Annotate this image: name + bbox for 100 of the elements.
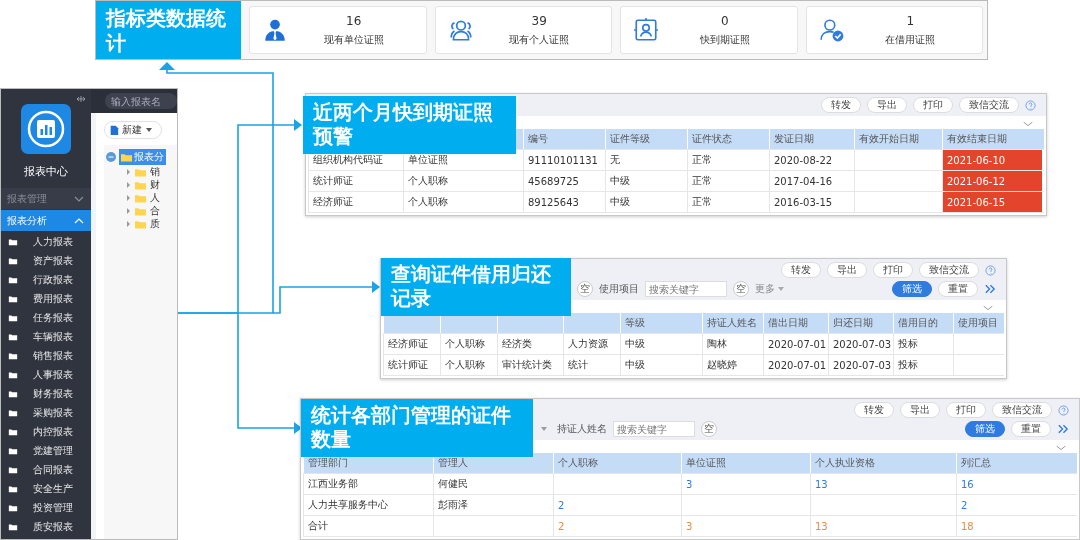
toolbar-button[interactable]: 打印 [946,402,986,418]
tree-item[interactable]: 合 [106,205,177,217]
menu-item[interactable]: 党建管理 [1,441,91,460]
menu-item[interactable]: 行政报表 [1,270,91,289]
table-cell: 13 [810,516,956,536]
toolbar-button[interactable]: 转发 [821,97,861,113]
logo-icon [21,104,71,154]
caption-banner: 统计各部门管理的证件数量 [301,399,533,457]
menu-item[interactable]: 安全生产 [1,479,91,498]
table-cell: 2016-03-15 [769,192,854,212]
filter-button[interactable]: 重置 [938,281,978,297]
table-cell: 投标 [893,355,953,375]
section-header[interactable]: 报表分析 [1,210,91,231]
stat-label: 现有个人证照 [509,32,570,47]
table-cell: 3 [681,474,810,494]
table-cell: 2021-06-15 [942,192,1042,212]
menu-item[interactable]: 车辆报表 [1,327,91,346]
table-cell: 个人职称 [403,171,523,191]
filter-button[interactable]: 筛选 [892,281,932,297]
menu-item[interactable]: 投资管理 [1,498,91,517]
table-cell: 2 [553,495,681,515]
double-chevron-icon [1057,422,1069,436]
table-cell: 2 [553,516,681,536]
column-header: 有效开始日期 [854,129,942,149]
table-cell: 18 [956,516,1074,536]
clear-button[interactable]: 空 [701,421,717,437]
table-cell: 经济师证 [383,334,440,354]
toolbar-button[interactable]: 打印 [873,262,913,278]
folder-icon [121,152,132,162]
column-header: 单位证照 [681,453,810,473]
table-cell: 统计 [563,355,620,375]
menu-item[interactable]: 采购报表 [1,403,91,422]
id-card-icon [633,17,659,43]
section-header[interactable]: 报表管理 [1,188,91,209]
table-cell: 投标 [893,334,953,354]
table-cell: 3 [681,516,810,536]
column-header: 个人职称 [553,453,681,473]
tree-item[interactable]: 销 [106,166,177,178]
table-cell: 个人职称 [440,355,497,375]
toolbar-button[interactable]: 导出 [827,262,867,278]
tree-item[interactable]: 质 [106,218,177,230]
menu-item[interactable]: 合同报表 [1,460,91,479]
menu-item[interactable]: 财务报表 [1,384,91,403]
table-cell: 统计师证 [383,355,440,375]
stats-title: 指标类数据统计 [96,1,241,59]
toolbar-button[interactable]: 致信交流 [919,262,979,278]
clear-button[interactable]: 空 [733,281,749,297]
column-header: 借用目的 [893,313,953,333]
table-cell: 经济类 [497,334,563,354]
menu-item[interactable]: 质安报表 [1,517,91,536]
stat-label: 快到期证照 [699,32,750,47]
new-button[interactable]: 新建 [104,121,162,139]
double-chevron-icon [984,282,996,296]
column-header: 借出日期 [763,313,828,333]
table-cell: 中级 [620,355,702,375]
table-cell: 个人职称 [440,334,497,354]
toolbar-button[interactable]: 致信交流 [959,97,1019,113]
stat-value: 16 [346,13,362,28]
caret-icon [540,425,548,433]
search-field[interactable]: 输入报表名 [105,93,177,109]
tree-item[interactable]: 人 [106,192,177,204]
tree-item[interactable]: 财 [106,179,177,191]
menu-item[interactable]: 内控报表 [1,422,91,441]
menu-item[interactable]: 销售报表 [1,346,91,365]
toolbar-button[interactable]: 导出 [900,402,940,418]
menu-item[interactable]: 费用报表 [1,289,91,308]
stat-label: 在借用证照 [885,32,936,47]
menu-item[interactable]: 任务报表 [1,308,91,327]
filter-button[interactable]: 筛选 [965,421,1005,437]
folder-icon [135,219,146,229]
table-cell: 2020-07-01 [763,355,828,375]
table-cell: 彭雨泽 [433,495,553,515]
search-field[interactable]: 搜索关键字 [645,281,727,297]
toolbar-button[interactable]: 致信交流 [992,402,1052,418]
stat-value: 39 [531,13,547,28]
table-cell: 45689725 [523,171,605,191]
column-header: 持证人姓名 [702,313,763,333]
table-cell: 2020-07-03 [828,334,893,354]
app-title: 报表中心 [23,164,69,179]
help-icon [1058,404,1069,416]
toolbar-button[interactable]: 导出 [867,97,907,113]
column-header: 证件状态 [687,129,769,149]
toolbar-button[interactable]: 打印 [913,97,953,113]
filter-button[interactable]: 重置 [1011,421,1051,437]
toolbar-button[interactable]: 转发 [781,262,821,278]
search-field[interactable]: 搜索关键字 [613,421,695,437]
menu-item[interactable]: 人力报表 [1,232,91,251]
clear-button[interactable]: 空 [577,281,593,297]
folder-icon [135,167,146,177]
menu-item[interactable]: 人事报表 [1,365,91,384]
table-cell: 2020-08-22 [769,150,854,170]
table-cell: 中级 [605,192,687,212]
table-cell: 89125643 [523,192,605,212]
stat-value: 1 [906,13,915,28]
stat-value: 0 [720,13,729,28]
menu-item[interactable]: 资产报表 [1,251,91,270]
toolbar-button[interactable]: 转发 [854,402,894,418]
table-cell: 2021-06-12 [942,171,1042,191]
table-cell: 2 [956,495,1074,515]
column-header: 列汇总 [956,453,1074,473]
